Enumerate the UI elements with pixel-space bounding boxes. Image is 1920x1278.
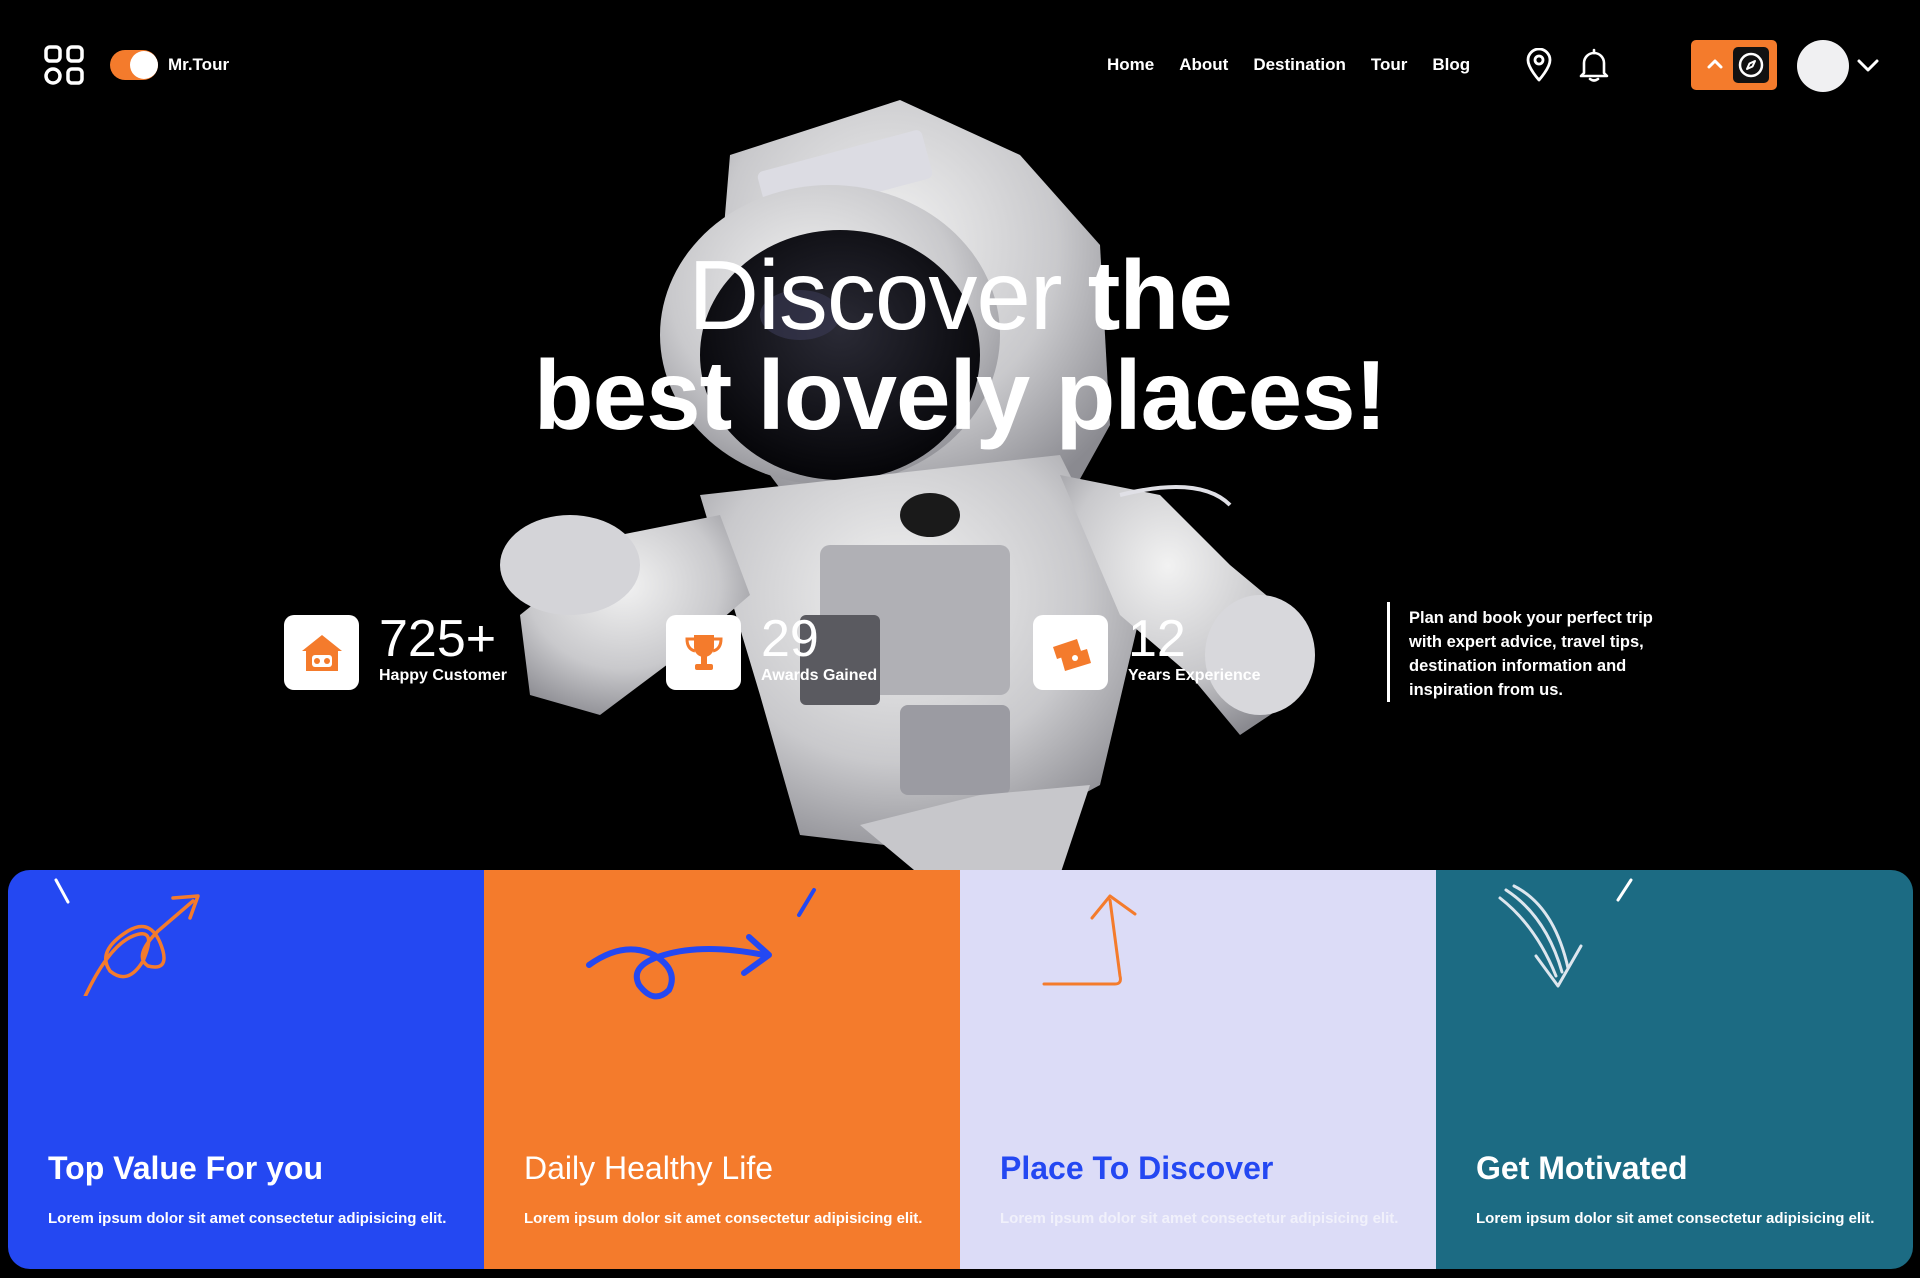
chevron-down-icon[interactable] (1856, 55, 1880, 75)
stat-value: 29 (761, 610, 819, 668)
apps-grid-icon[interactable] (44, 45, 84, 85)
card-place-discover[interactable]: Place To Discover Lorem ipsum dolor sit … (960, 870, 1436, 1269)
stat-label: Happy Customer (379, 667, 508, 684)
user-avatar[interactable] (1797, 40, 1849, 92)
feature-cards: Top Value For you Lorem ipsum dolor sit … (8, 870, 1913, 1269)
corner-up-arrow-icon (1042, 894, 1137, 986)
stats-divider (1387, 602, 1390, 702)
explore-button[interactable] (1691, 40, 1777, 90)
stat-value: 725+ (379, 610, 497, 668)
hero-title-light: Discover (688, 240, 1062, 350)
stat-label: Years Experience (1128, 667, 1261, 684)
scribble-down-arrow-icon (1498, 878, 1633, 988)
card-text: Lorem ipsum dolor sit amet consectetur a… (1000, 1210, 1399, 1227)
card-title: Place To Discover (1000, 1150, 1274, 1186)
main-nav: Home About Destination Tour Blog (1107, 55, 1495, 75)
hero-title-bold: the (1087, 240, 1233, 350)
hero-title: Discover the best lovely places! (0, 245, 1920, 445)
nav-blog[interactable]: Blog (1432, 55, 1470, 75)
card-get-motivated[interactable]: Get Motivated Lorem ipsum dolor sit amet… (1436, 870, 1913, 1269)
chevron-up-icon (1707, 59, 1723, 69)
notification-bell-icon[interactable] (1578, 48, 1610, 82)
compass-box (1733, 47, 1769, 83)
nav-tour[interactable]: Tour (1371, 55, 1408, 75)
brand-name[interactable]: Mr.Tour (168, 55, 229, 75)
card-title: Top Value For you (48, 1150, 323, 1186)
loop-arrow-icon (586, 888, 816, 1000)
nav-home[interactable]: Home (1107, 55, 1154, 75)
hero-blurb: Plan and book your perfect trip with exp… (1409, 609, 1653, 699)
hero-title-line2: best lovely places! (533, 340, 1388, 450)
card-title: Daily Healthy Life (524, 1150, 773, 1186)
astronaut-image (500, 100, 1315, 875)
tickets-icon (1053, 639, 1091, 671)
stat-value: 12 (1128, 610, 1186, 668)
trophy-icon (685, 635, 723, 670)
card-top-value[interactable]: Top Value For you Lorem ipsum dolor sit … (8, 870, 484, 1269)
stat-icon-box (284, 615, 359, 690)
spiral-arrow-icon (54, 878, 200, 996)
stat-icon-box (666, 615, 741, 690)
house-icon (302, 635, 342, 671)
nav-destination[interactable]: Destination (1253, 55, 1346, 75)
card-title: Get Motivated (1476, 1150, 1688, 1186)
compass-icon (1738, 52, 1764, 78)
theme-toggle[interactable] (110, 48, 160, 82)
location-pin-icon[interactable] (1524, 48, 1554, 82)
card-text: Lorem ipsum dolor sit amet consectetur a… (524, 1210, 923, 1227)
stat-icon-box (1033, 615, 1108, 690)
stat-label: Awards Gained (761, 667, 878, 684)
nav-about[interactable]: About (1179, 55, 1228, 75)
card-text: Lorem ipsum dolor sit amet consectetur a… (48, 1210, 447, 1227)
card-text: Lorem ipsum dolor sit amet consectetur a… (1476, 1210, 1875, 1227)
card-daily-healthy[interactable]: Daily Healthy Life Lorem ipsum dolor sit… (484, 870, 960, 1269)
